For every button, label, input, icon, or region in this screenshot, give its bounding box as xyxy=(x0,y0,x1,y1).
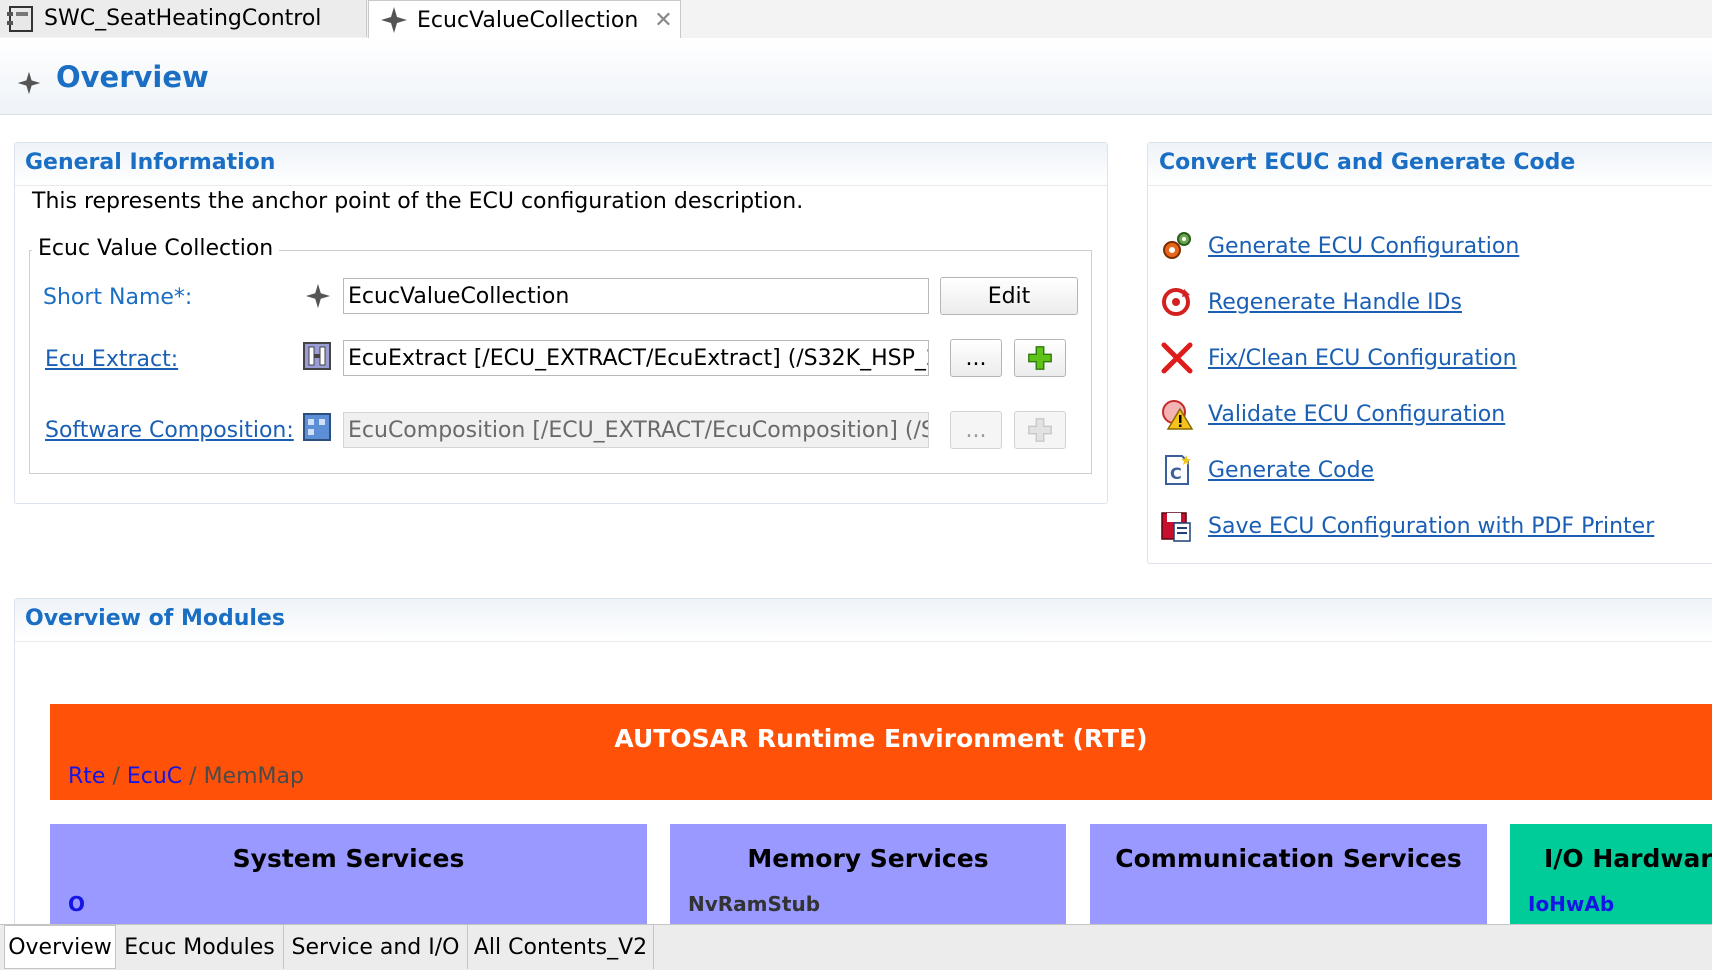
section-description: This represents the anchor point of the … xyxy=(32,189,804,214)
action-label[interactable]: Generate Code xyxy=(1208,458,1374,483)
generate-ecu-configuration-action[interactable]: Generate ECU Configuration xyxy=(1160,226,1519,266)
tab-ecuc-modules[interactable]: Ecuc Modules xyxy=(116,925,284,969)
component-icon xyxy=(7,5,33,32)
short-name-input[interactable]: EcucValueCollection xyxy=(343,278,929,314)
action-label[interactable]: Generate ECU Configuration xyxy=(1208,234,1519,259)
action-label[interactable]: Validate ECU Configuration xyxy=(1208,402,1505,427)
section-title: Overview of Modules xyxy=(25,606,285,631)
rte-module-links: Rte / EcuC / MemMap xyxy=(68,764,304,789)
ecuc-icon xyxy=(381,7,407,33)
warning-icon xyxy=(1162,400,1194,430)
block-title: Communication Services xyxy=(1115,844,1462,873)
system-services-block: System Services O xyxy=(50,824,647,924)
close-icon[interactable]: ✕ xyxy=(654,8,672,33)
tab-all-contents[interactable]: All Contents_V2 xyxy=(468,925,654,969)
tab-overview[interactable]: Overview xyxy=(4,925,116,969)
module-link-ecuc[interactable]: EcuC xyxy=(127,764,182,789)
rte-block: AUTOSAR Runtime Environment (RTE) Rte / … xyxy=(50,704,1712,800)
gears-icon xyxy=(1163,232,1191,259)
plus-icon xyxy=(1028,346,1052,370)
module-link-rte[interactable]: Rte xyxy=(68,764,105,789)
ecu-extract-add-button[interactable] xyxy=(1014,339,1066,377)
edit-button[interactable]: Edit xyxy=(940,277,1078,315)
page-title: Overview xyxy=(56,60,209,94)
editor-tab-label: EcucValueCollection xyxy=(417,7,639,33)
action-label[interactable]: Regenerate Handle IDs xyxy=(1208,290,1462,315)
section-title: Convert ECUC and Generate Code xyxy=(1159,150,1576,175)
module-link[interactable]: IoHwAb xyxy=(1528,892,1614,916)
form-header xyxy=(0,38,1712,115)
ecu-extract-icon xyxy=(303,342,331,370)
short-name-label: Short Name*: xyxy=(43,285,193,310)
module-link[interactable]: NvRamStub xyxy=(688,892,820,916)
regenerate-handle-ids-action[interactable]: Regenerate Handle IDs xyxy=(1160,282,1462,322)
software-composition-link[interactable]: Software Composition: xyxy=(45,418,294,443)
module-link[interactable]: O xyxy=(68,892,85,916)
action-label[interactable]: Save ECU Configuration with PDF Printer xyxy=(1208,514,1654,539)
pdf-save-icon xyxy=(1161,512,1191,542)
group-title: Ecuc Value Collection xyxy=(32,236,280,261)
code-file-icon: C xyxy=(1165,455,1191,485)
software-composition-field: EcuComposition [/ECU_EXTRACT/EcuComposit… xyxy=(343,412,929,448)
software-composition-browse-button: ... xyxy=(950,411,1002,449)
action-label[interactable]: Fix/Clean ECU Configuration xyxy=(1208,346,1517,371)
tools-icon xyxy=(1161,342,1193,374)
ecu-extract-field[interactable]: EcuExtract [/ECU_EXTRACT/EcuExtract] (/S… xyxy=(343,340,929,376)
communication-services-block: Communication Services xyxy=(1090,824,1487,924)
generate-code-action[interactable]: C Generate Code xyxy=(1160,450,1374,490)
editor-tab-ecuc[interactable]: EcucValueCollection ✕ xyxy=(368,0,681,39)
fix-clean-ecu-configuration-action[interactable]: Fix/Clean ECU Configuration xyxy=(1160,338,1517,378)
save-ecu-configuration-pdf-action[interactable]: Save ECU Configuration with PDF Printer xyxy=(1160,506,1654,546)
ecuc-icon xyxy=(305,283,331,309)
composition-icon xyxy=(303,413,331,441)
svg-text:C: C xyxy=(1170,464,1182,483)
module-link-memmap[interactable]: MemMap xyxy=(204,764,304,789)
software-composition-add-button xyxy=(1014,411,1066,449)
ecu-extract-link[interactable]: Ecu Extract: xyxy=(45,347,178,372)
plus-icon xyxy=(1028,418,1052,442)
ecu-extract-browse-button[interactable]: ... xyxy=(950,339,1002,377)
block-title: System Services xyxy=(232,844,465,873)
validate-ecu-configuration-action[interactable]: Validate ECU Configuration xyxy=(1160,394,1505,434)
io-hardware-block: I/O Hardware IoHwAb xyxy=(1510,824,1712,924)
ecuc-icon xyxy=(17,71,41,95)
memory-services-block: Memory Services NvRamStub xyxy=(670,824,1066,924)
rte-title: AUTOSAR Runtime Environment (RTE) xyxy=(614,724,1148,753)
section-title: General Information xyxy=(25,150,276,175)
refresh-handles-icon xyxy=(1162,288,1190,316)
tab-service-and-io[interactable]: Service and I/O xyxy=(284,925,468,969)
editor-tab-swc[interactable]: SWC_SeatHeatingControl xyxy=(0,0,367,37)
editor-tab-label: SWC_SeatHeatingControl xyxy=(44,6,322,31)
